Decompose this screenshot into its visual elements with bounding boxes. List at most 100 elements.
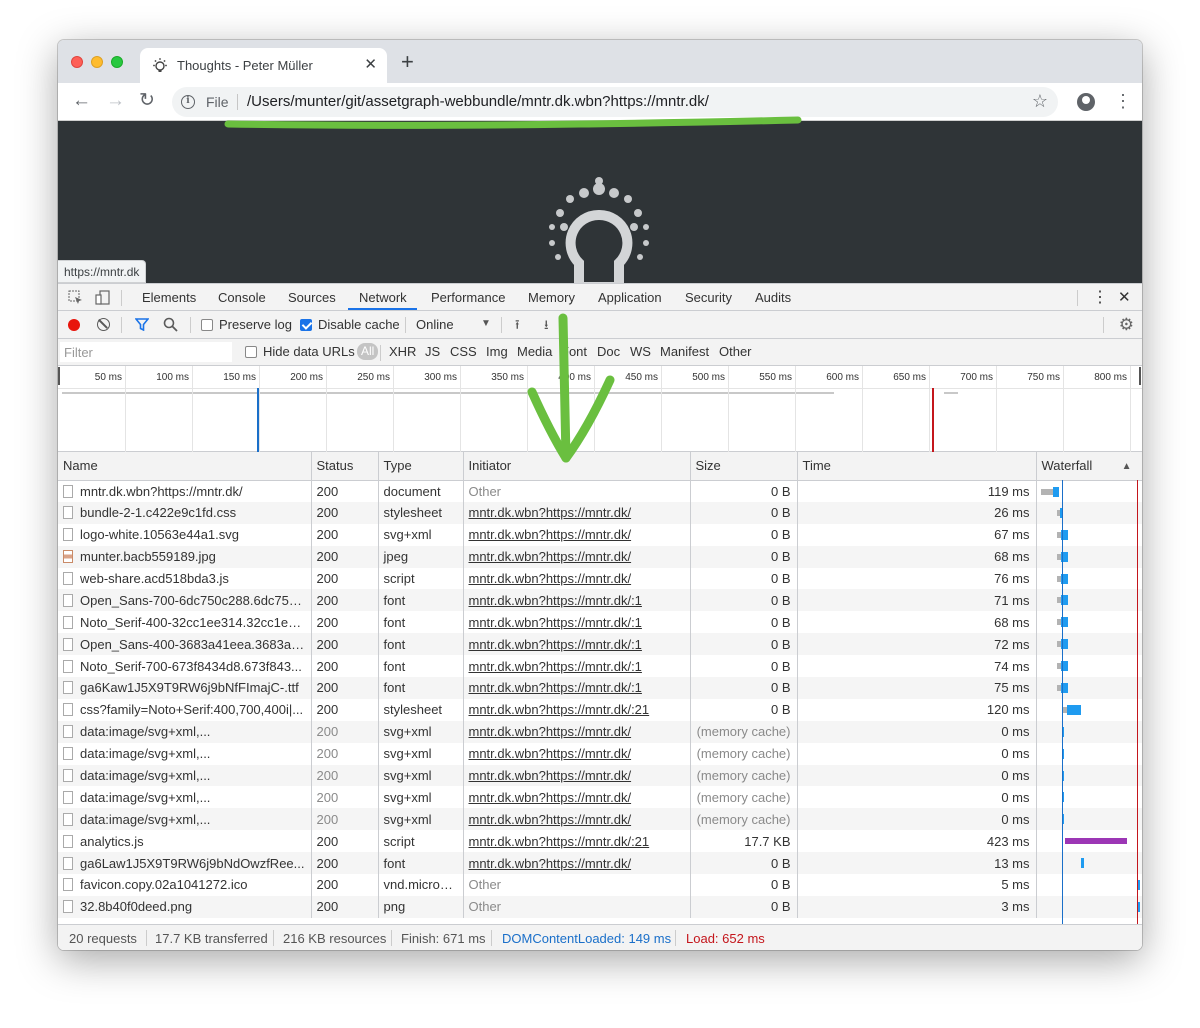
initiator-link[interactable]: mntr.dk.wbn?https://mntr.dk/ [469, 724, 632, 739]
initiator-link[interactable]: mntr.dk.wbn?https://mntr.dk/:1 [469, 680, 642, 695]
tab-application[interactable]: Application [598, 290, 662, 305]
cell-waterfall[interactable] [1036, 589, 1142, 612]
filter-type-media[interactable]: Media [517, 344, 552, 359]
disable-cache-checkbox[interactable] [300, 319, 312, 331]
cell-waterfall[interactable] [1036, 545, 1142, 568]
zoom-window-button[interactable] [111, 56, 123, 68]
tab-close-icon[interactable]: ✕ [364, 55, 377, 73]
initiator-link[interactable]: mntr.dk.wbn?https://mntr.dk/ [469, 571, 632, 586]
close-devtools-icon[interactable]: ✕ [1118, 288, 1131, 306]
url-text[interactable]: /Users/munter/git/assetgraph-webbundle/m… [247, 93, 709, 110]
inspect-element-icon[interactable] [68, 290, 83, 305]
initiator-link[interactable]: mntr.dk.wbn?https://mntr.dk/:1 [469, 659, 642, 674]
table-row[interactable]: data:image/svg+xml,... 200 svg+xml mntr.dk.… [58, 808, 1142, 831]
info-icon[interactable]: i [181, 95, 195, 109]
table-row[interactable]: favicon.copy.02a1041272.ico 200 vnd.micros… [58, 874, 1142, 896]
filter-type-js[interactable]: JS [425, 344, 440, 359]
filter-type-all[interactable]: All [357, 343, 379, 360]
devtools-menu-icon[interactable]: ⋮ [1092, 287, 1108, 307]
filter-type-xhr[interactable]: XHR [389, 344, 416, 359]
cell-waterfall[interactable] [1036, 677, 1142, 699]
cell-name[interactable]: 32.8b40f0deed.png [58, 895, 312, 918]
table-row[interactable]: mntr.dk.wbn?https://mntr.dk/200 document O… [58, 480, 1142, 502]
tab-console[interactable]: Console [218, 290, 266, 305]
table-row[interactable]: ga6Law1J5X9T9RW6j9bNdOwzfRee... 200 font mn… [58, 852, 1142, 875]
cell-waterfall[interactable] [1036, 720, 1142, 743]
export-har-icon[interactable]: ⭳ [544, 316, 549, 338]
cell-name[interactable]: Open_Sans-400-3683a41eea.3683a4... [58, 633, 312, 656]
cell-name[interactable]: Open_Sans-700-6dc750c288.6dc750... [58, 589, 312, 612]
filter-type-img[interactable]: Img [486, 344, 508, 359]
cell-waterfall[interactable] [1036, 764, 1142, 787]
cell-name[interactable]: ga6Law1J5X9T9RW6j9bNdOwzfRee... [58, 852, 312, 875]
tab-memory[interactable]: Memory [528, 290, 575, 305]
column-header-type[interactable]: Type [378, 452, 464, 481]
initiator-link[interactable]: mntr.dk.wbn?https://mntr.dk/ [469, 527, 632, 542]
filter-type-manifest[interactable]: Manifest [660, 344, 709, 359]
tab-security[interactable]: Security [685, 290, 732, 305]
browser-menu-icon[interactable]: ⋮ [1114, 91, 1132, 111]
filter-icon[interactable] [135, 318, 149, 331]
tab-audits[interactable]: Audits [755, 290, 791, 305]
cell-waterfall[interactable] [1036, 633, 1142, 656]
import-har-icon[interactable]: ⭱ [515, 316, 520, 338]
cell-waterfall[interactable] [1036, 786, 1142, 809]
cell-waterfall[interactable] [1036, 698, 1142, 721]
cell-waterfall[interactable] [1036, 830, 1142, 853]
throttling-select[interactable]: Online [416, 317, 454, 332]
tab-elements[interactable]: Elements [142, 290, 196, 305]
network-overview-timeline[interactable]: 50 ms 100 ms 150 ms 200 ms 250 ms 300 ms 350 m… [58, 366, 1142, 452]
table-row[interactable]: Noto_Serif-700-673f8434d8.673f843... 200 f… [58, 655, 1142, 678]
initiator-link[interactable]: mntr.dk.wbn?https://mntr.dk/ [469, 549, 632, 564]
browser-tab[interactable]: Thoughts - Peter Müller ✕ [140, 48, 387, 83]
cell-name[interactable]: favicon.copy.02a1041272.ico [58, 874, 312, 896]
filter-type-other[interactable]: Other [719, 344, 752, 359]
initiator-link[interactable]: mntr.dk.wbn?https://mntr.dk/ [469, 812, 632, 827]
minimize-window-button[interactable] [91, 56, 103, 68]
cell-name[interactable]: Noto_Serif-700-673f8434d8.673f843... [58, 655, 312, 678]
tab-performance[interactable]: Performance [431, 290, 505, 305]
clear-icon[interactable] [97, 318, 110, 331]
sort-ascending-icon[interactable]: ▲ [1122, 461, 1132, 472]
initiator-link[interactable]: mntr.dk.wbn?https://mntr.dk/ [469, 790, 632, 805]
overview-right-handle[interactable] [1139, 367, 1141, 385]
cell-waterfall[interactable] [1036, 808, 1142, 831]
cell-waterfall[interactable] [1036, 611, 1142, 634]
column-header-time[interactable]: Time [797, 452, 1037, 481]
device-toolbar-icon[interactable] [95, 290, 110, 305]
cell-name[interactable]: ga6Kaw1J5X9T9RW6j9bNfFImajC-.ttf [58, 677, 312, 699]
initiator-link[interactable]: mntr.dk.wbn?https://mntr.dk/ [469, 856, 632, 871]
back-arrow-icon[interactable]: ← [72, 89, 91, 113]
gear-icon[interactable]: ⚙ [1119, 315, 1134, 335]
cell-name[interactable]: data:image/svg+xml,... [58, 742, 312, 765]
table-row[interactable]: Open_Sans-400-3683a41eea.3683a4... 200 fon… [58, 633, 1142, 656]
new-tab-button[interactable]: + [401, 51, 414, 73]
initiator-link[interactable]: mntr.dk.wbn?https://mntr.dk/ [469, 505, 632, 520]
preserve-log-checkbox[interactable] [201, 319, 213, 331]
cell-waterfall[interactable] [1036, 874, 1142, 896]
table-row[interactable]: bundle-2-1.c422e9c1fd.css 200 stylesheet mn… [58, 501, 1142, 524]
table-row[interactable]: data:image/svg+xml,... 200 svg+xml mntr.dk.… [58, 786, 1142, 809]
chevron-down-icon[interactable]: ▼ [481, 318, 491, 329]
tab-sources[interactable]: Sources [288, 290, 336, 305]
search-icon[interactable] [163, 317, 178, 332]
cell-waterfall[interactable] [1036, 655, 1142, 678]
cell-waterfall[interactable] [1036, 523, 1142, 546]
table-row[interactable]: logo-white.10563e44a1.svg 200 svg+xml mntr.… [58, 523, 1142, 546]
cell-name[interactable]: web-share.acd518bda3.js [58, 567, 312, 590]
column-header-initiator[interactable]: Initiator [463, 452, 691, 481]
reload-icon[interactable]: ↻ [139, 89, 155, 113]
table-row[interactable]: data:image/svg+xml,... 200 svg+xml mntr.dk.… [58, 720, 1142, 743]
filter-type-css[interactable]: CSS [450, 344, 477, 359]
table-row[interactable]: munter.bacb559189.jpg 200 jpeg mntr.dk.wbn?… [58, 545, 1142, 568]
cell-waterfall[interactable] [1036, 567, 1142, 590]
cell-waterfall[interactable] [1036, 742, 1142, 765]
table-row[interactable]: data:image/svg+xml,... 200 svg+xml mntr.dk.… [58, 742, 1142, 765]
table-row[interactable]: ga6Kaw1J5X9T9RW6j9bNfFImajC-.ttf 200 font m… [58, 677, 1142, 699]
filter-type-doc[interactable]: Doc [597, 344, 620, 359]
column-header-waterfall[interactable]: Waterfall ▲ [1036, 452, 1142, 481]
forward-arrow-icon[interactable]: → [106, 89, 125, 113]
filter-type-ws[interactable]: WS [630, 344, 651, 359]
profile-avatar-icon[interactable] [1077, 93, 1095, 111]
column-header-status[interactable]: Status [311, 452, 379, 481]
